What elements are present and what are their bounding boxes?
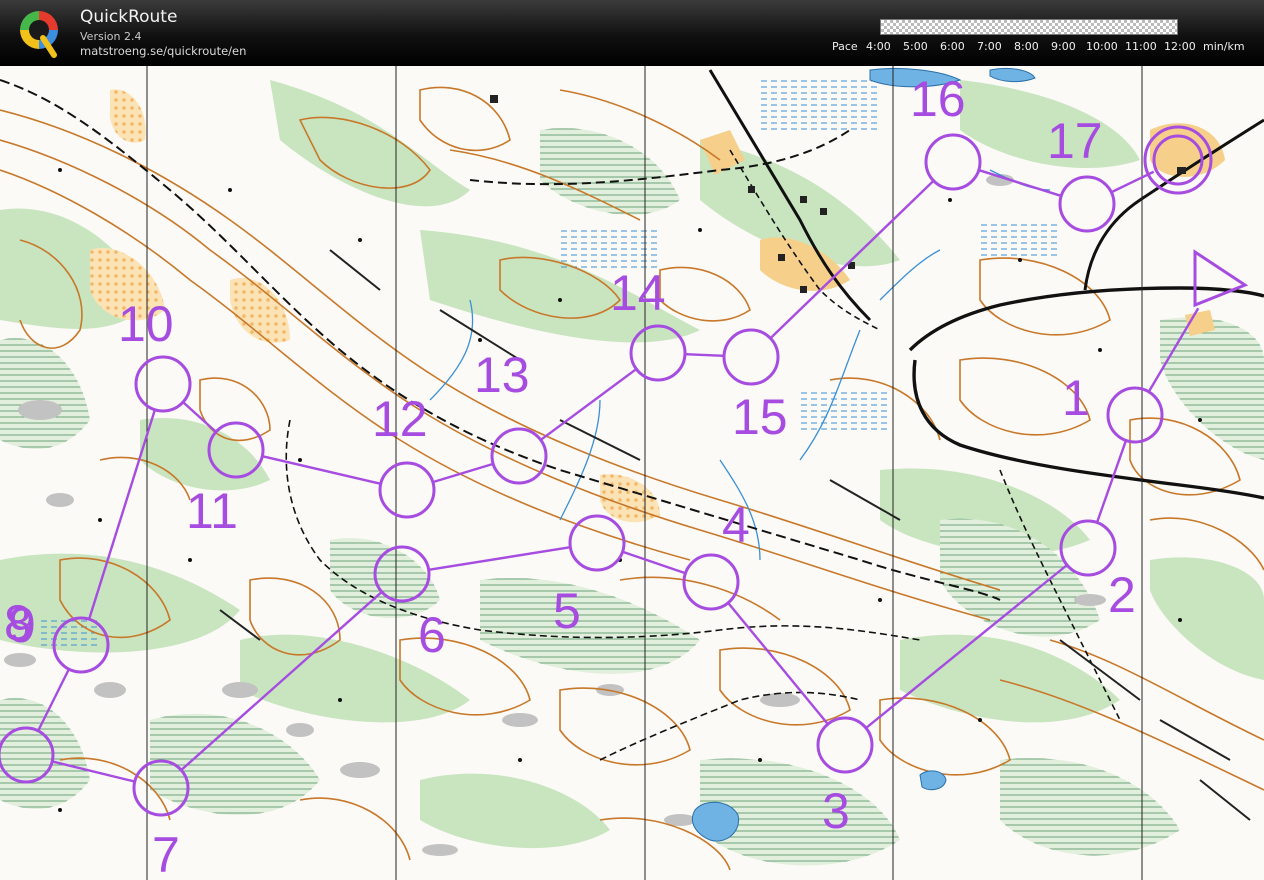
control-number-label: 14 bbox=[610, 265, 666, 321]
map-canvas[interactable]: 1234567891011121314151617 bbox=[0, 66, 1264, 880]
course-leg bbox=[684, 352, 725, 358]
pace-tick: 10:00 bbox=[1086, 40, 1118, 53]
pace-scale-bar bbox=[880, 19, 1178, 35]
control-number-label: 1 bbox=[1062, 370, 1090, 426]
control-number-label: 6 bbox=[418, 607, 446, 663]
control-number-label: 5 bbox=[553, 583, 581, 639]
control-number-label: 3 bbox=[822, 783, 850, 839]
pace-tick: 11:00 bbox=[1125, 40, 1157, 53]
pace-tick: 12:00 bbox=[1164, 40, 1196, 53]
control-number-label: 2 bbox=[1108, 567, 1136, 623]
app-url-link[interactable]: matstroeng.se/quickroute/en bbox=[80, 44, 246, 58]
pace-tick: 4:00 bbox=[866, 40, 891, 53]
pace-tick: 7:00 bbox=[977, 40, 1002, 53]
orienteering-map[interactable]: 1 2 3 4 5 6 7 8 9 10 11 12 13 14 15 16 17 bbox=[0, 66, 1264, 880]
quickroute-logo-icon bbox=[20, 11, 58, 58]
control-number-label: 9 bbox=[8, 597, 36, 653]
pace-tick: 9:00 bbox=[1051, 40, 1076, 53]
pace-tick: 6:00 bbox=[940, 40, 965, 53]
control-number-label: 4 bbox=[722, 497, 750, 553]
pace-tick: 5:00 bbox=[903, 40, 928, 53]
control-number-label: 13 bbox=[474, 347, 530, 403]
control-number-label: 16 bbox=[910, 71, 966, 127]
control-number-label: 11 bbox=[186, 483, 238, 539]
pace-label: Pace bbox=[832, 40, 858, 53]
app-version: Version 2.4 bbox=[80, 30, 142, 43]
control-number-label: 12 bbox=[372, 391, 428, 447]
control-number-label: 15 bbox=[732, 389, 788, 445]
control-number-label: 17 bbox=[1047, 113, 1103, 169]
app-header: QuickRoute Version 2.4 matstroeng.se/qui… bbox=[0, 0, 1264, 66]
app-title: QuickRoute bbox=[80, 7, 178, 27]
pace-unit: min/km bbox=[1203, 40, 1245, 53]
control-number-label: 10 bbox=[118, 296, 174, 352]
pace-tick: 8:00 bbox=[1014, 40, 1039, 53]
control-number-label: 7 bbox=[152, 827, 180, 880]
